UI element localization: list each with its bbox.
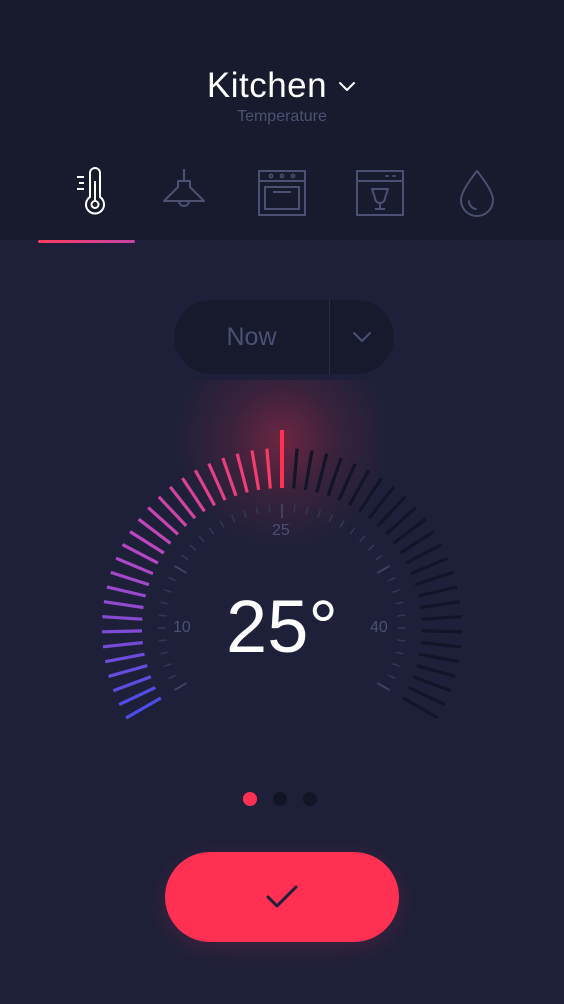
tab-dishwasher[interactable] — [332, 158, 428, 228]
dial-scale-tick — [349, 527, 356, 535]
header: Kitchen Temperature — [0, 0, 564, 240]
dial-scale-tick — [198, 535, 205, 543]
tab-water[interactable] — [429, 158, 525, 228]
tab-lights[interactable] — [136, 158, 232, 228]
chevron-down-icon — [339, 82, 356, 91]
water-drop-icon — [460, 170, 494, 217]
active-tab-indicator — [38, 240, 135, 243]
period-selector[interactable]: Now — [174, 300, 394, 374]
dial-scale-tick — [367, 544, 375, 551]
dial-scale-tick — [375, 554, 383, 561]
dial-tick — [125, 696, 162, 720]
dial-scale-tick — [174, 565, 188, 574]
dial-scale-tick — [359, 535, 366, 543]
dial-tick — [118, 686, 156, 707]
pagination-dot[interactable] — [243, 792, 257, 806]
scale-label-mid: 25 — [272, 522, 290, 539]
dial-scale-tick — [208, 527, 215, 535]
dial-scale-tick — [168, 576, 177, 582]
dial-scale-tick — [293, 504, 296, 513]
dishwasher-icon — [356, 170, 404, 216]
tab-temperature[interactable] — [41, 158, 137, 228]
pagination-dots — [243, 792, 317, 806]
temperature-value: 25° — [226, 585, 338, 668]
dial-tick — [412, 675, 452, 693]
dial-tick — [112, 675, 152, 693]
dial-tick — [402, 696, 439, 720]
dial-scale-tick — [376, 682, 390, 691]
dial-scale-tick — [387, 576, 396, 582]
period-dropdown-button[interactable] — [330, 300, 394, 374]
pagination-dot[interactable] — [303, 792, 317, 806]
room-subtitle: Temperature — [237, 108, 327, 125]
dial-tick — [408, 686, 446, 707]
dial-scale-tick — [189, 544, 197, 551]
period-label: Now — [226, 323, 277, 351]
room-name: Kitchen — [206, 66, 328, 105]
room-selector[interactable]: Kitchen — [0, 66, 564, 106]
oven-icon — [258, 170, 306, 216]
confirm-button[interactable] — [165, 852, 399, 942]
dial-tick — [115, 556, 154, 576]
tab-oven[interactable] — [234, 158, 330, 228]
dial-scale-tick — [387, 674, 396, 680]
thermometer-icon — [77, 167, 105, 215]
lamp-icon — [163, 169, 205, 207]
dial-scale-tick — [174, 682, 188, 691]
dial-scale-tick — [181, 554, 189, 561]
dial-scale-tick — [168, 674, 177, 680]
checkmark-icon — [266, 885, 298, 908]
dial-scale-tick — [268, 504, 271, 513]
pagination-dot[interactable] — [273, 792, 287, 806]
chevron-down-icon — [353, 332, 371, 342]
dial-tick — [410, 556, 449, 576]
dial-outer-ticks — [101, 430, 463, 720]
device-tabs — [0, 150, 564, 244]
dial-scale-tick — [376, 565, 390, 574]
